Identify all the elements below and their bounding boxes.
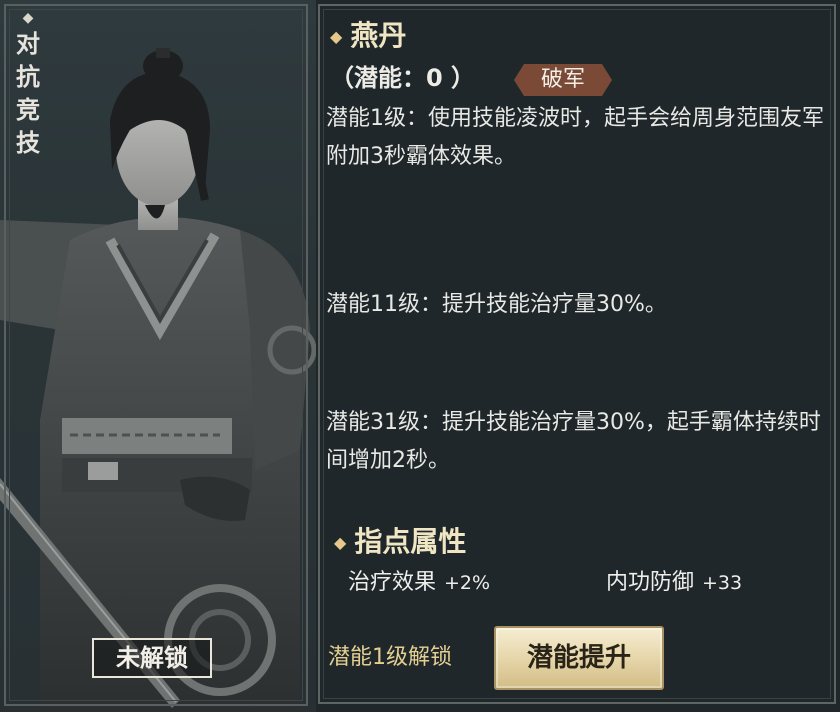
attribute-value: +2% xyxy=(444,572,491,594)
skill-name: 燕丹 xyxy=(350,19,407,52)
attribute-item: 治疗效果 +2% xyxy=(348,566,490,600)
unlock-requirement: 潜能1级解锁 xyxy=(328,645,452,670)
diamond-icon: ◆ xyxy=(334,533,347,552)
character-portrait-panel: ◆ 对 抗 竞 技 未解锁 xyxy=(0,0,316,712)
mode-label-text: 对 抗 竞 技 xyxy=(16,30,40,157)
attribute-value: +33 xyxy=(702,572,743,594)
potential-desc-level-1: 潜能1级：使用技能凌波时，起手会给周身范围友军附加3秒霸体效果。 xyxy=(326,106,824,169)
portrait-frame xyxy=(4,4,308,706)
potential-screen: ◆ 对 抗 竞 技 未解锁 ◆ 燕丹 （潜能：0 ） 破军 潜能1级：使用技能凌波… xyxy=(0,0,840,712)
potential-upgrade-button[interactable]: 潜能提升 xyxy=(494,626,664,690)
attribute-name: 治疗效果 xyxy=(348,570,437,595)
diamond-icon: ◆ xyxy=(330,27,343,46)
faction-tag: 破军 xyxy=(514,64,612,96)
potential-desc-level-31: 潜能31级：提升技能治疗量30%，起手霸体持续时间增加2秒。 xyxy=(326,410,821,473)
attributes-title: ◆ 指点属性 xyxy=(334,520,466,565)
skill-info-panel: ◆ 燕丹 （潜能：0 ） 破军 潜能1级：使用技能凌波时，起手会给周身范围友军附加… xyxy=(316,0,840,712)
mode-label[interactable]: ◆ 对 抗 竞 技 xyxy=(14,8,42,160)
potential-level: （潜能：0 ） xyxy=(330,64,476,92)
diamond-icon: ◆ xyxy=(22,10,34,26)
skill-title: ◆ 燕丹 xyxy=(330,14,406,59)
attributes-title-text: 指点属性 xyxy=(354,525,467,558)
potential-desc-level-11: 潜能11级：提升技能治疗量30%。 xyxy=(326,292,667,317)
attribute-name: 内功防御 xyxy=(606,570,695,595)
attribute-item: 内功防御 +33 xyxy=(606,566,742,600)
locked-badge: 未解锁 xyxy=(92,638,212,678)
